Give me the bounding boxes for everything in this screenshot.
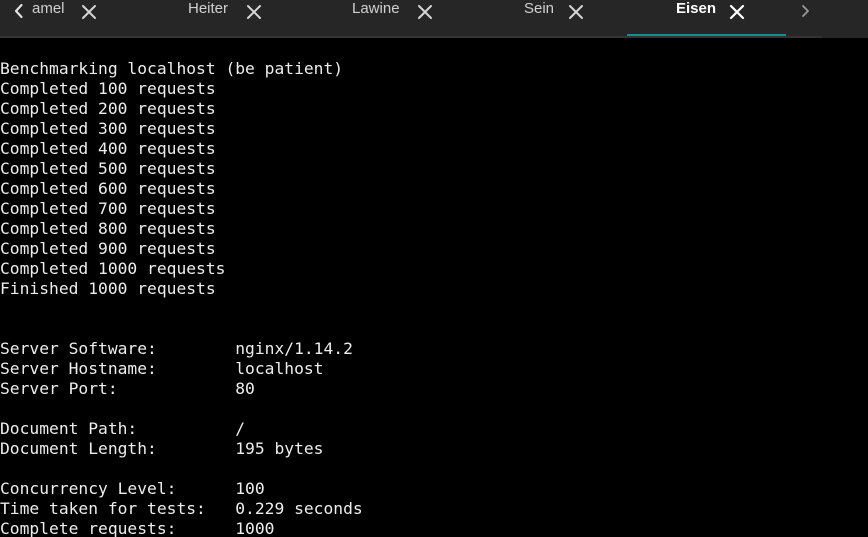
tab-close-button[interactable] — [568, 4, 584, 20]
tab-label: amel — [32, 0, 65, 17]
terminal-line: Completed 500 requests — [0, 159, 216, 178]
tab-close-button[interactable] — [417, 4, 433, 20]
terminal-lines: Benchmarking localhost (be patient) Compl… — [0, 59, 363, 537]
tab-close-button[interactable] — [81, 4, 97, 20]
tab-lawine[interactable]: Lawine — [290, 0, 450, 36]
terminal-line: Completed 400 requests — [0, 139, 216, 158]
tab-close-button[interactable] — [246, 4, 262, 20]
terminal-line: Server Port: 80 — [0, 379, 255, 398]
tab-eisen[interactable]: Eisen — [627, 0, 786, 36]
terminal-line: Document Length: 195 bytes — [0, 439, 324, 458]
tab-bar-divider — [0, 36, 822, 38]
scroll-tabs-right-button[interactable] — [796, 2, 814, 20]
terminal-line: Server Hostname: localhost — [0, 359, 324, 378]
terminal-line: Document Path: / — [0, 419, 246, 438]
terminal-line: Completed 1000 requests — [0, 259, 226, 278]
tab-sein[interactable]: Sein — [460, 0, 620, 36]
close-icon — [569, 5, 583, 19]
tab-bar: amel Heiter Lawine Sein Eisen — [0, 0, 868, 38]
tab-label: Sein — [524, 0, 555, 17]
tab-label: Eisen — [676, 0, 717, 17]
tab-label: Lawine — [352, 0, 400, 17]
terminal-line: Completed 200 requests — [0, 99, 216, 118]
terminal-line: Completed 700 requests — [0, 199, 216, 218]
terminal-line: Completed 800 requests — [0, 219, 216, 238]
close-icon — [82, 5, 96, 19]
terminal-line: Completed 900 requests — [0, 239, 216, 258]
terminal-line: Finished 1000 requests — [0, 279, 216, 298]
close-icon — [247, 5, 261, 19]
terminal-line: Completed 300 requests — [0, 119, 216, 138]
tab-label: Heiter — [188, 0, 229, 17]
terminal-line: Server Software: nginx/1.14.2 — [0, 339, 353, 358]
tab-close-button[interactable] — [729, 4, 745, 20]
scroll-tabs-left-button[interactable] — [10, 2, 28, 20]
chevron-left-icon — [14, 3, 23, 19]
terminal-line: Concurrency Level: 100 — [0, 479, 265, 498]
close-icon — [418, 5, 432, 19]
active-tab-indicator — [627, 34, 786, 36]
terminal-line: Completed 600 requests — [0, 179, 216, 198]
chevron-right-icon — [802, 5, 809, 17]
terminal-output[interactable]: Benchmarking localhost (be patient) Compl… — [0, 39, 868, 537]
terminal-line: Completed 100 requests — [0, 79, 216, 98]
terminal-line: Complete requests: 1000 — [0, 519, 275, 537]
tab-heiter[interactable]: Heiter — [120, 0, 280, 36]
terminal-line: Benchmarking localhost (be patient) — [0, 59, 344, 78]
terminal-line: Time taken for tests: 0.229 seconds — [0, 499, 363, 518]
tab-amel[interactable]: amel — [28, 0, 108, 36]
close-icon — [729, 4, 745, 20]
